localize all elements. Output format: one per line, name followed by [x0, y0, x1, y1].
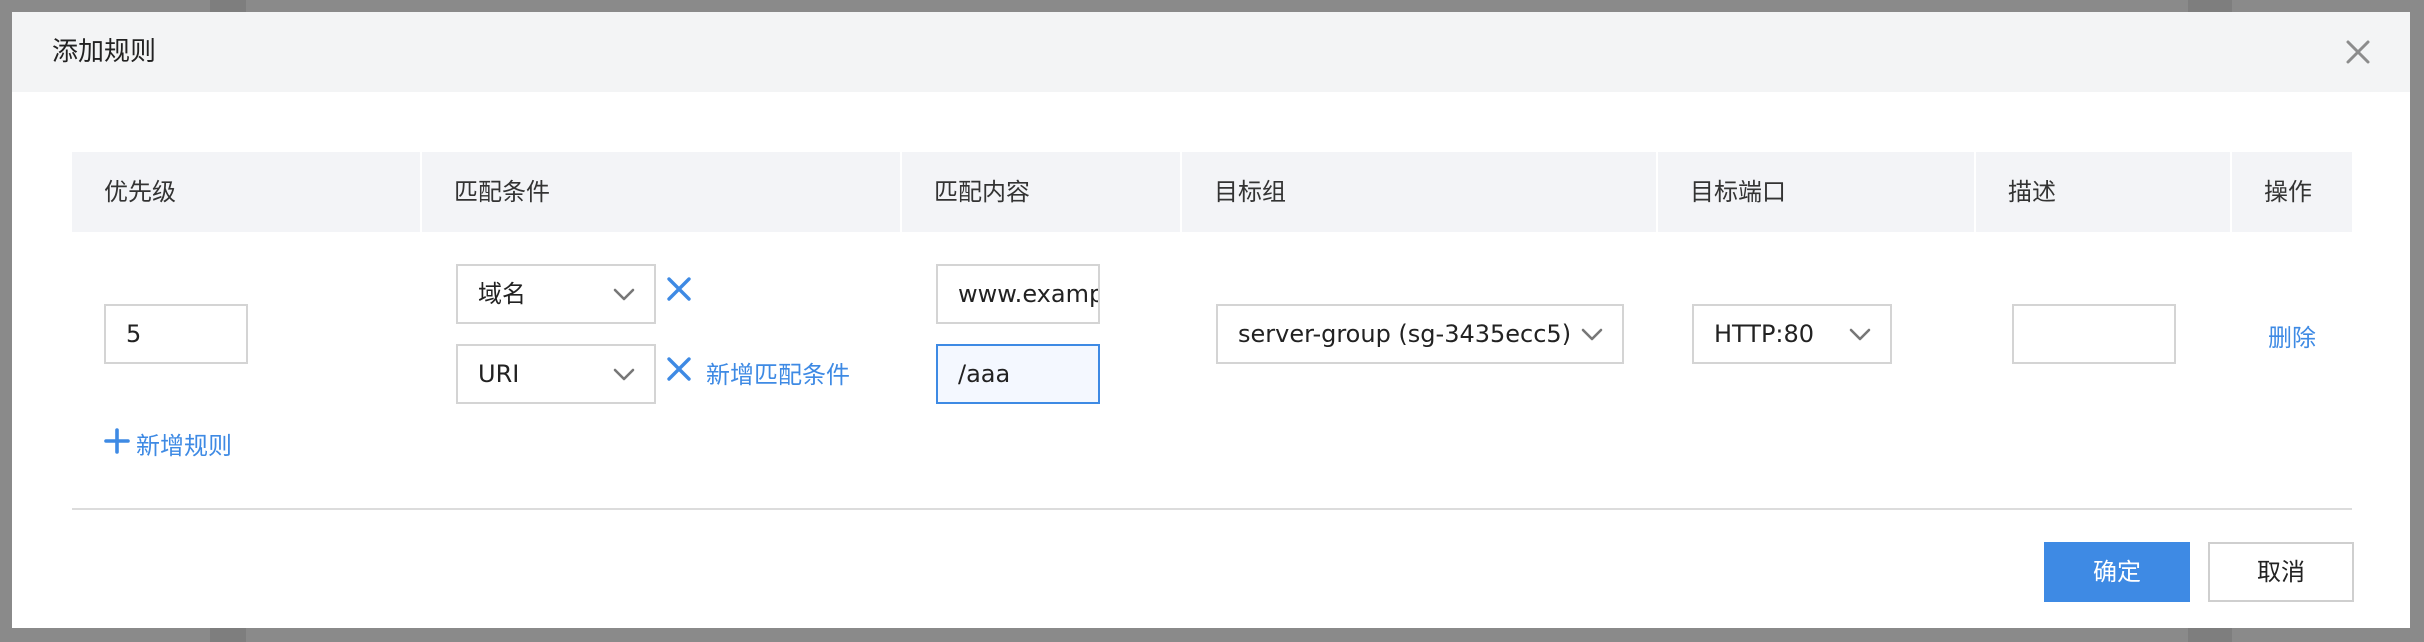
condition-type-select[interactable]: 域名: [456, 264, 656, 324]
remove-condition-icon[interactable]: [664, 274, 694, 304]
confirm-button[interactable]: 确定: [2044, 542, 2190, 602]
plus-icon: [104, 428, 130, 454]
remove-condition-icon[interactable]: [664, 354, 694, 384]
close-icon[interactable]: [2342, 36, 2374, 68]
cancel-button[interactable]: 取消: [2208, 542, 2354, 602]
chevron-down-icon: [1849, 328, 1871, 341]
column-header-actions: 操作: [2264, 178, 2312, 206]
column-header-match-condition: 匹配条件: [422, 152, 902, 232]
chevron-down-icon: [613, 368, 635, 381]
condition-type-value: URI: [478, 360, 520, 388]
rules-table: 优先级 匹配条件 匹配内容 目标组 目标端口 描述 操作 5 域名 www.ex…: [72, 152, 2352, 460]
column-header-target-group: 目标组: [1182, 152, 1658, 232]
condition-type-value: 域名: [478, 280, 526, 308]
priority-input[interactable]: 5: [104, 304, 248, 364]
chevron-down-icon: [1581, 328, 1603, 341]
target-group-select[interactable]: server-group (sg-3435ecc5): [1216, 304, 1624, 364]
dialog-title: 添加规则: [52, 37, 157, 67]
column-header-match-content: 匹配内容: [902, 152, 1182, 232]
column-header-target-port: 目标端口: [1658, 152, 1976, 232]
chevron-down-icon: [613, 288, 635, 301]
condition-value-input[interactable]: www.example.com: [936, 264, 1100, 324]
condition-type-select[interactable]: URI: [456, 344, 656, 404]
add-rule-label: 新增规则: [136, 432, 232, 460]
column-header-description: 描述: [1976, 152, 2232, 232]
add-rule-button[interactable]: 新增规则: [100, 424, 270, 464]
add-condition-link[interactable]: 新增匹配条件: [706, 355, 850, 390]
column-header-priority: 优先级: [72, 152, 422, 232]
footer-divider: [72, 508, 2352, 510]
target-port-select[interactable]: HTTP:80: [1692, 304, 1892, 364]
condition-value-input[interactable]: /aaa: [936, 344, 1100, 404]
delete-rule-link[interactable]: 删除: [2268, 318, 2316, 353]
description-input[interactable]: [2012, 304, 2176, 364]
table-header: 优先级 匹配条件 匹配内容 目标组 目标端口 描述 操作: [72, 152, 2352, 232]
add-rule-dialog: 添加规则 优先级 匹配条件 匹配内容 目标组 目标端口 描述 操作 5 域名 w…: [12, 12, 2410, 628]
target-port-value: HTTP:80: [1714, 320, 1815, 348]
dialog-header: 添加规则: [12, 12, 2410, 92]
target-group-value: server-group (sg-3435ecc5): [1238, 320, 1572, 348]
